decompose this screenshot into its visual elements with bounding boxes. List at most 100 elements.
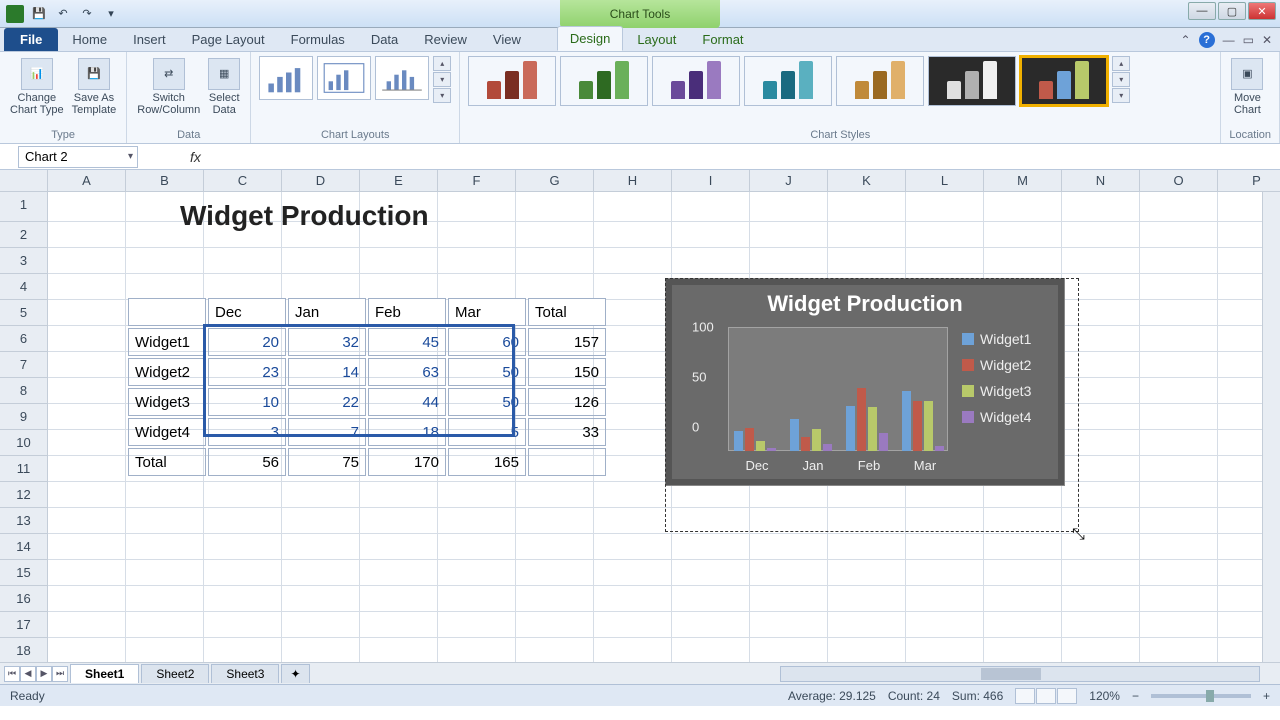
minimize-button[interactable]: — — [1188, 2, 1216, 20]
view-buttons[interactable] — [1015, 688, 1077, 704]
maximize-button[interactable]: ▢ — [1218, 2, 1246, 20]
zoom-out-button[interactable]: − — [1132, 689, 1139, 703]
chart-style-6[interactable] — [928, 56, 1016, 106]
row-header-16[interactable]: 16 — [0, 586, 48, 612]
select-all-corner[interactable] — [0, 170, 48, 192]
legend-item-widget1[interactable]: Widget1 — [962, 331, 1054, 347]
col-header-P[interactable]: P — [1218, 170, 1280, 192]
minimize-ribbon-icon[interactable]: ⌃ — [1181, 33, 1191, 47]
chart-layout-2[interactable] — [317, 56, 371, 100]
zoom-level[interactable]: 120% — [1089, 689, 1120, 703]
vertical-scrollbar[interactable] — [1262, 192, 1280, 662]
col-header-F[interactable]: F — [438, 170, 516, 192]
row-header-5[interactable]: 5 — [0, 300, 48, 326]
row-header-10[interactable]: 10 — [0, 430, 48, 456]
change-chart-type-button[interactable]: 📊Change Chart Type — [8, 56, 66, 118]
col-header-E[interactable]: E — [360, 170, 438, 192]
chart-layout-3[interactable] — [375, 56, 429, 100]
row-header-6[interactable]: 6 — [0, 326, 48, 352]
row-header-1[interactable]: 1 — [0, 192, 48, 222]
fx-icon[interactable]: fx — [190, 149, 201, 165]
sheet-nav-last[interactable]: ⏭ — [52, 666, 68, 682]
tab-review[interactable]: Review — [412, 28, 479, 51]
tab-file[interactable]: File — [4, 28, 58, 51]
sheet-tab-3[interactable]: Sheet3 — [211, 664, 279, 683]
row-headers[interactable]: 123456789101112131415161718 — [0, 192, 48, 662]
col-header-C[interactable]: C — [204, 170, 282, 192]
col-header-K[interactable]: K — [828, 170, 906, 192]
sheet-nav-first[interactable]: ⏮ — [4, 666, 20, 682]
row-header-17[interactable]: 17 — [0, 612, 48, 638]
close-button[interactable]: ✕ — [1248, 2, 1276, 20]
help-icon[interactable]: ? — [1199, 32, 1215, 48]
chart-title[interactable]: Widget Production — [672, 285, 1058, 323]
col-header-L[interactable]: L — [906, 170, 984, 192]
chart-style-4[interactable] — [744, 56, 832, 106]
legend-item-widget4[interactable]: Widget4 — [962, 409, 1054, 425]
tab-layout[interactable]: Layout — [625, 28, 688, 51]
workbook-restore-icon[interactable]: ▭ — [1243, 33, 1254, 47]
chart-style-2[interactable] — [560, 56, 648, 106]
embedded-chart[interactable]: Widget Production 050100DecJanFebMar Wid… — [665, 278, 1065, 486]
col-header-B[interactable]: B — [126, 170, 204, 192]
zoom-in-button[interactable]: + — [1263, 689, 1270, 703]
row-header-18[interactable]: 18 — [0, 638, 48, 662]
col-header-J[interactable]: J — [750, 170, 828, 192]
chart-style-1[interactable] — [468, 56, 556, 106]
col-header-O[interactable]: O — [1140, 170, 1218, 192]
tab-design[interactable]: Design — [557, 26, 623, 51]
chart-style-3[interactable] — [652, 56, 740, 106]
new-sheet-button[interactable]: ✦ — [281, 664, 309, 683]
switch-row-column-button[interactable]: ⇄Switch Row/Column — [135, 56, 202, 118]
tab-data[interactable]: Data — [359, 28, 410, 51]
col-header-A[interactable]: A — [48, 170, 126, 192]
tab-insert[interactable]: Insert — [121, 28, 178, 51]
tab-formulas[interactable]: Formulas — [279, 28, 357, 51]
workbook-minimize-icon[interactable]: — — [1223, 33, 1235, 47]
worksheet-grid[interactable]: ABCDEFGHIJKLMNOP 12345678910111213141516… — [0, 170, 1280, 662]
chart-layout-1[interactable] — [259, 56, 313, 100]
row-header-7[interactable]: 7 — [0, 352, 48, 378]
chart-style-5[interactable] — [836, 56, 924, 106]
save-as-template-button[interactable]: 💾Save As Template — [70, 56, 119, 118]
chart-styles-scroll[interactable]: ▴▾▾ — [1112, 56, 1130, 103]
redo-icon[interactable]: ↷ — [78, 5, 96, 23]
select-data-button[interactable]: ▦Select Data — [206, 56, 242, 118]
sheet-nav-next[interactable]: ▶ — [36, 666, 52, 682]
row-header-4[interactable]: 4 — [0, 274, 48, 300]
row-header-8[interactable]: 8 — [0, 378, 48, 404]
save-icon[interactable]: 💾 — [30, 5, 48, 23]
qat-dropdown-icon[interactable]: ▾ — [102, 5, 120, 23]
chart-plot-area[interactable]: 050100DecJanFebMar — [672, 323, 958, 479]
legend-item-widget2[interactable]: Widget2 — [962, 357, 1054, 373]
row-header-2[interactable]: 2 — [0, 222, 48, 248]
chart-layouts-scroll[interactable]: ▴▾▾ — [433, 56, 451, 103]
col-header-M[interactable]: M — [984, 170, 1062, 192]
column-headers[interactable]: ABCDEFGHIJKLMNOP — [48, 170, 1280, 192]
col-header-H[interactable]: H — [594, 170, 672, 192]
row-header-11[interactable]: 11 — [0, 456, 48, 482]
tab-format[interactable]: Format — [690, 28, 755, 51]
row-header-14[interactable]: 14 — [0, 534, 48, 560]
row-header-12[interactable]: 12 — [0, 482, 48, 508]
col-header-N[interactable]: N — [1062, 170, 1140, 192]
tab-home[interactable]: Home — [60, 28, 119, 51]
name-box[interactable]: Chart 2 — [18, 146, 138, 168]
sheet-tab-1[interactable]: Sheet1 — [70, 664, 139, 683]
row-header-15[interactable]: 15 — [0, 560, 48, 586]
tab-view[interactable]: View — [481, 28, 533, 51]
col-header-G[interactable]: G — [516, 170, 594, 192]
row-header-13[interactable]: 13 — [0, 508, 48, 534]
undo-icon[interactable]: ↶ — [54, 5, 72, 23]
row-header-3[interactable]: 3 — [0, 248, 48, 274]
sheet-tab-2[interactable]: Sheet2 — [141, 664, 209, 683]
sheet-nav-prev[interactable]: ◀ — [20, 666, 36, 682]
row-header-9[interactable]: 9 — [0, 404, 48, 430]
horizontal-scrollbar[interactable] — [780, 666, 1260, 682]
col-header-D[interactable]: D — [282, 170, 360, 192]
col-header-I[interactable]: I — [672, 170, 750, 192]
data-table[interactable]: DecJanFebMarTotalWidget120324560157Widge… — [126, 296, 608, 478]
chart-style-7[interactable] — [1020, 56, 1108, 106]
zoom-slider[interactable] — [1151, 694, 1251, 698]
workbook-close-icon[interactable]: ✕ — [1262, 33, 1272, 47]
